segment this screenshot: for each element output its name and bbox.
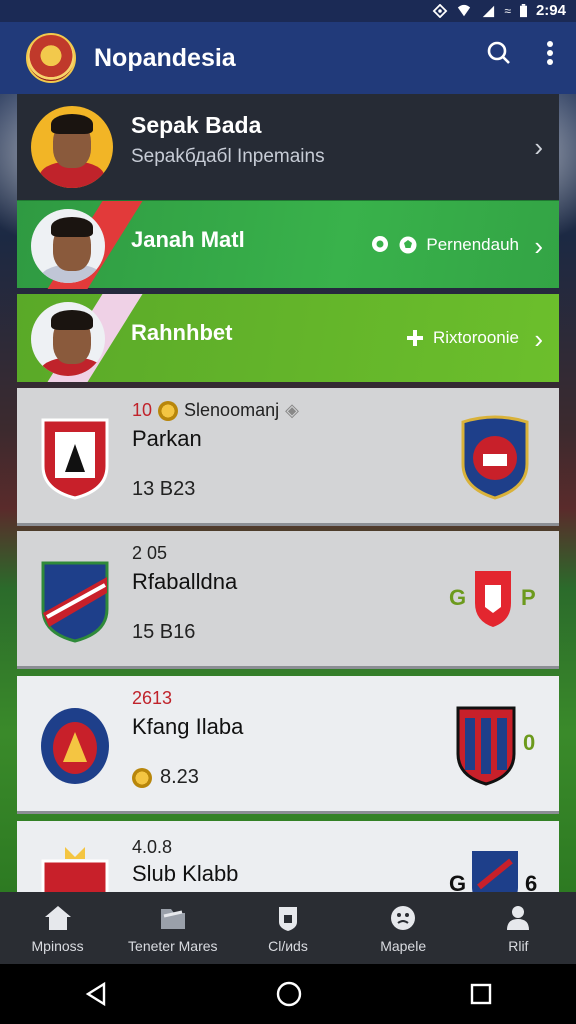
side-letter: G (449, 585, 467, 610)
bottom-navigation: Mpinoss Tenetеr Mares Cl/иds Mapele Rlif (0, 892, 576, 964)
app-title: Nopandesia (94, 43, 236, 72)
match-label: Slenoomanj (184, 400, 280, 420)
side-letter: G (449, 871, 467, 892)
battery-icon (519, 3, 527, 17)
more-vert-icon[interactable] (546, 40, 554, 66)
folder-icon (160, 909, 185, 929)
nav-item-clubs[interactable]: Cl/иds (238, 892, 338, 964)
ball-icon (399, 236, 417, 254)
opponent-crest-icon (475, 571, 511, 627)
match-score: 13 B23 (132, 478, 196, 500)
location-icon (433, 3, 448, 18)
player-tag: Rixtoroonie (433, 328, 519, 347)
match-number: 2 05 (132, 543, 168, 563)
nav-label: Mpinoss (31, 938, 84, 954)
home-icon (44, 906, 71, 930)
pin-icon (372, 236, 389, 252)
match-number: 4.0.8 (132, 837, 173, 857)
nav-item-mapele[interactable]: Mapele (353, 892, 453, 964)
match-score: 8.23 (160, 766, 199, 788)
side-letter: 0 (523, 730, 536, 755)
avatar (31, 106, 113, 188)
opponent-crest-icon (461, 415, 529, 500)
team-crest-icon (41, 418, 109, 500)
signal-icon (483, 5, 495, 17)
system-navigation-bar (0, 964, 576, 1024)
recents-icon[interactable] (469, 982, 493, 1006)
side-letter: P (521, 585, 536, 610)
featured-name: Sepak Bada (131, 112, 262, 138)
player-tag: Pernendauh (426, 235, 519, 254)
player-card[interactable]: Janah Matl Pernendauh › (17, 200, 559, 289)
featured-subtitle: Sepakбдабl Inpemains (131, 146, 325, 167)
person-icon (507, 906, 530, 930)
shield-small-icon: ◈ (285, 400, 299, 420)
nav-label: Rlif (508, 938, 529, 954)
team-name: Parkan (132, 426, 202, 451)
avatar (31, 209, 105, 283)
nav-label: Mapele (380, 938, 427, 954)
match-card[interactable]: 10 Slenoomanj ◈ Parkan 13 B23 (17, 388, 559, 526)
match-number: 10 (132, 400, 153, 420)
chevron-right-icon: › (534, 324, 543, 354)
side-letter: 6 (525, 871, 538, 892)
match-card[interactable]: 2613 Kfang Ilaba 8.23 0 (17, 676, 559, 814)
avatar (31, 302, 105, 376)
team-name: Kfang Ilaba (132, 714, 244, 739)
clock: 2:94 (535, 2, 566, 19)
match-card[interactable]: 2 05 Rfaballdna 15 B16 G P (17, 531, 559, 669)
app-logo[interactable] (26, 33, 76, 83)
team-crest-icon (41, 561, 109, 643)
chevron-right-icon: › (534, 132, 543, 162)
nav-item-tenet[interactable]: Tenetеr Mares (123, 892, 223, 964)
coin-icon (132, 767, 152, 788)
player-name: Janah Matl (131, 227, 245, 252)
nav-item-home[interactable]: Mpinoss (8, 892, 108, 964)
team-crest-icon (41, 708, 109, 784)
featured-player-card[interactable]: Sepak Bada Sepakбдабl Inpemains › (17, 94, 559, 200)
stadium-background: Sepak Bada Sepakбдабl Inpemains › Janah … (0, 94, 576, 892)
face-icon (391, 906, 416, 930)
nav-item-profile[interactable]: Rlif (468, 892, 568, 964)
player-name: Rahnhbet (131, 320, 233, 345)
team-name: Rfaballdna (132, 569, 238, 594)
opponent-crest-icon (472, 851, 518, 892)
match-score: 15 B16 (132, 621, 196, 643)
match-number: 2613 (132, 688, 173, 708)
status-bar: ≈ 2:94 (0, 0, 576, 22)
coin-icon (158, 400, 179, 421)
chevron-right-icon: › (534, 231, 543, 261)
team-crest-icon (41, 847, 109, 892)
app-bar: Nopandesia (0, 22, 576, 94)
wifi-icon (458, 4, 471, 16)
sim-icon: ≈ (504, 3, 511, 18)
back-icon[interactable] (83, 981, 109, 1007)
match-card[interactable]: 4.0.8 Slub Klabb G 6 (17, 821, 559, 892)
home-circle-icon[interactable] (275, 980, 303, 1008)
player-card[interactable]: Rahnhbet Rixtoroonie › (17, 294, 559, 382)
nav-label: Tenetеr Mares (128, 938, 218, 954)
nav-label: Cl/иds (268, 938, 308, 954)
shield-lock-icon (278, 907, 297, 931)
team-name: Slub Klabb (132, 861, 239, 886)
opponent-crest-icon (456, 706, 516, 786)
search-icon[interactable] (486, 40, 512, 66)
plus-icon (407, 330, 423, 346)
